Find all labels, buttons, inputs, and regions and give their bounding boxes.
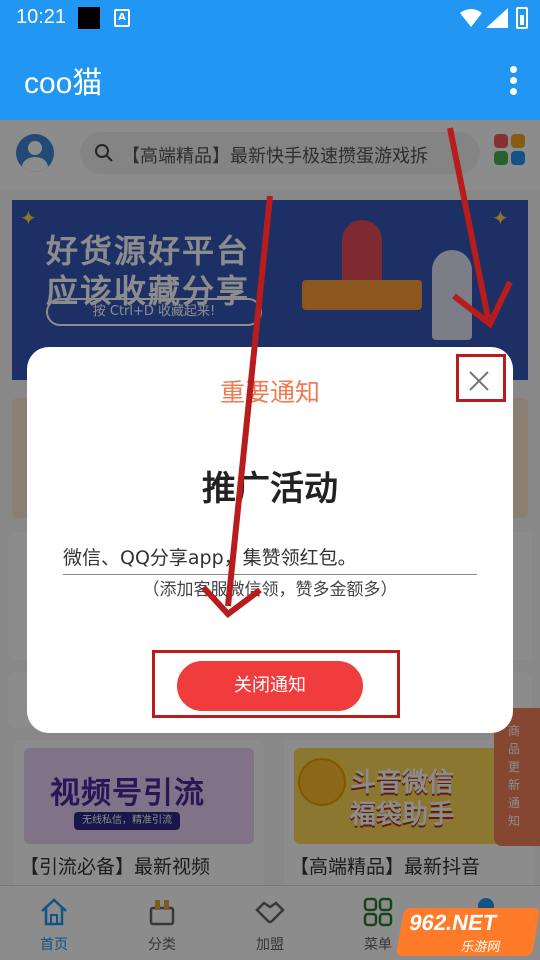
dialog-heading: 推广活动 (202, 469, 338, 509)
signal-icon (486, 8, 508, 28)
accessibility-icon: A (114, 9, 130, 27)
notification-icon (78, 7, 100, 29)
watermark-sub: 乐游网 (459, 940, 502, 955)
status-time: 10:21 (16, 6, 67, 28)
app-title: coo猫 (24, 67, 103, 100)
watermark-logo: 962.NET 乐游网 (395, 908, 540, 956)
watermark-main: 962.NET (407, 910, 499, 935)
highlight-box-close (456, 354, 506, 402)
more-options-icon[interactable] (510, 66, 518, 99)
app-bar: coo猫 (0, 36, 540, 120)
dialog-title: 重要通知 (219, 378, 320, 407)
battery-icon (516, 7, 528, 29)
wifi-icon (460, 9, 482, 27)
status-bar: 10:21 A (0, 0, 540, 36)
highlight-box-button (152, 650, 400, 718)
dialog-note: （添加客服微信领，赞多金额多） (142, 580, 398, 600)
dialog-message: 微信、QQ分享app，集赞领红包。 (63, 543, 477, 575)
